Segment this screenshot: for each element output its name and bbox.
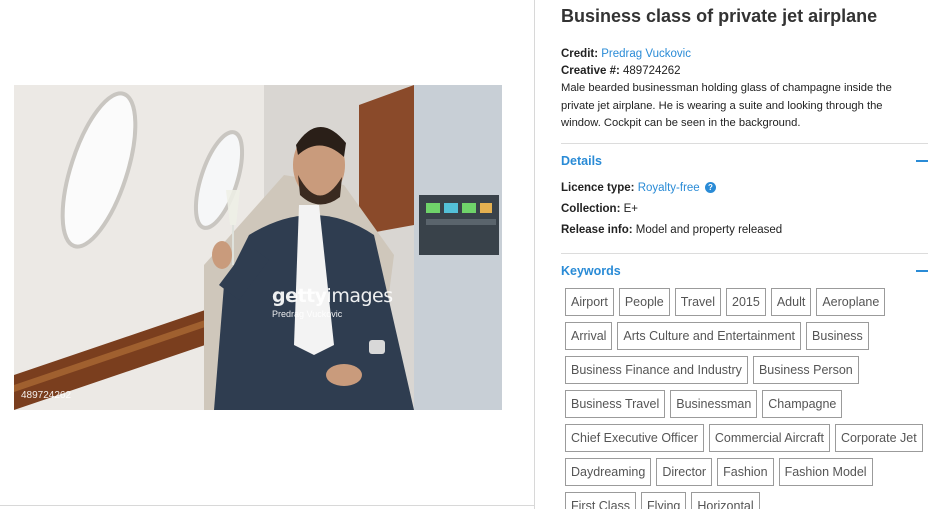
keyword-tag[interactable]: First Class: [565, 491, 637, 509]
keyword-tag[interactable]: Airport: [565, 287, 614, 316]
creative-number-line: Creative #: 489724262: [561, 63, 941, 80]
credit-label: Credit:: [561, 48, 599, 60]
keyword-tag[interactable]: Fashion Model: [778, 457, 873, 486]
collection-line: Collection: E+: [561, 199, 941, 220]
help-icon[interactable]: ?: [704, 181, 716, 193]
release-info-label: Release info:: [561, 223, 633, 236]
watermark-image-id: 489724262: [21, 390, 72, 401]
keyword-tag[interactable]: Horizontal: [691, 491, 760, 509]
licence-type-link[interactable]: Royalty-free: [638, 182, 700, 194]
licence-type-label: Licence type:: [561, 181, 635, 194]
watermark-logo: gettyimages: [272, 285, 393, 307]
keywords-section-title: Keywords: [561, 263, 621, 278]
creative-label: Creative #:: [561, 65, 620, 77]
collection-value: E+: [623, 202, 639, 215]
credit-line: Credit: Predrag Vuckovic: [561, 46, 941, 63]
keyword-tag[interactable]: Corporate Jet: [834, 423, 923, 452]
keyword-tag[interactable]: Business Travel: [565, 389, 666, 418]
keyword-tag[interactable]: Arts Culture and Entertainment: [617, 321, 802, 350]
credit-link[interactable]: Predrag Vuckovic: [601, 48, 691, 60]
keyword-tag[interactable]: Travel: [674, 287, 722, 316]
details-section-header[interactable]: Details: [561, 144, 928, 178]
keyword-tag[interactable]: Business: [806, 321, 869, 350]
keyword-tag[interactable]: Business Person: [752, 355, 859, 384]
image-description: Male bearded businessman holding glass o…: [561, 82, 892, 129]
keyword-tag[interactable]: 2015: [726, 287, 766, 316]
image-title: Business class of private jet airplane: [561, 6, 878, 26]
preview-photo[interactable]: gettyimages Predrag Vuckovic 489724262: [14, 85, 502, 410]
collapse-minus-icon[interactable]: [916, 269, 928, 272]
release-info-value: Model and property released: [635, 223, 783, 236]
keyword-tag[interactable]: Commercial Aircraft: [708, 423, 830, 452]
keyword-tag[interactable]: Aeroplane: [816, 287, 886, 316]
watermark-credit: Predrag Vuckovic: [272, 309, 343, 319]
licence-type-line: Licence type: Royalty-free ?: [561, 178, 941, 199]
details-section-title: Details: [561, 153, 602, 168]
image-preview-panel: gettyimages Predrag Vuckovic 489724262: [0, 0, 534, 509]
panel-divider: [534, 0, 535, 509]
photo-illustration: [14, 85, 502, 410]
keyword-tag[interactable]: Adult: [770, 287, 812, 316]
keyword-tag[interactable]: Chief Executive Officer: [565, 423, 704, 452]
keyword-tag[interactable]: Daydreaming: [565, 457, 652, 486]
collection-label: Collection:: [561, 202, 621, 215]
keyword-tag[interactable]: Business Finance and Industry: [565, 355, 748, 384]
creative-number: 489724262: [623, 65, 681, 77]
keyword-tag[interactable]: People: [618, 287, 670, 316]
keyword-tag[interactable]: Businessman: [670, 389, 758, 418]
keyword-list: Airport People Travel 2015 Adult Aeroplane Arr…: [561, 287, 928, 509]
keyword-tag[interactable]: Director: [656, 457, 713, 486]
keyword-tag[interactable]: Fashion: [717, 457, 774, 486]
panel-bottom-border: [0, 505, 534, 506]
keyword-tag[interactable]: Arrival: [565, 321, 613, 350]
image-details-panel: Business class of private jet airplane C…: [545, 0, 941, 509]
keyword-tag[interactable]: Flying: [641, 491, 687, 509]
keywords-section-header[interactable]: Keywords: [561, 254, 928, 288]
collapse-minus-icon[interactable]: [916, 159, 928, 162]
keyword-tag[interactable]: Champagne: [762, 389, 843, 418]
release-info-line: Release info: Model and property release…: [561, 220, 941, 241]
